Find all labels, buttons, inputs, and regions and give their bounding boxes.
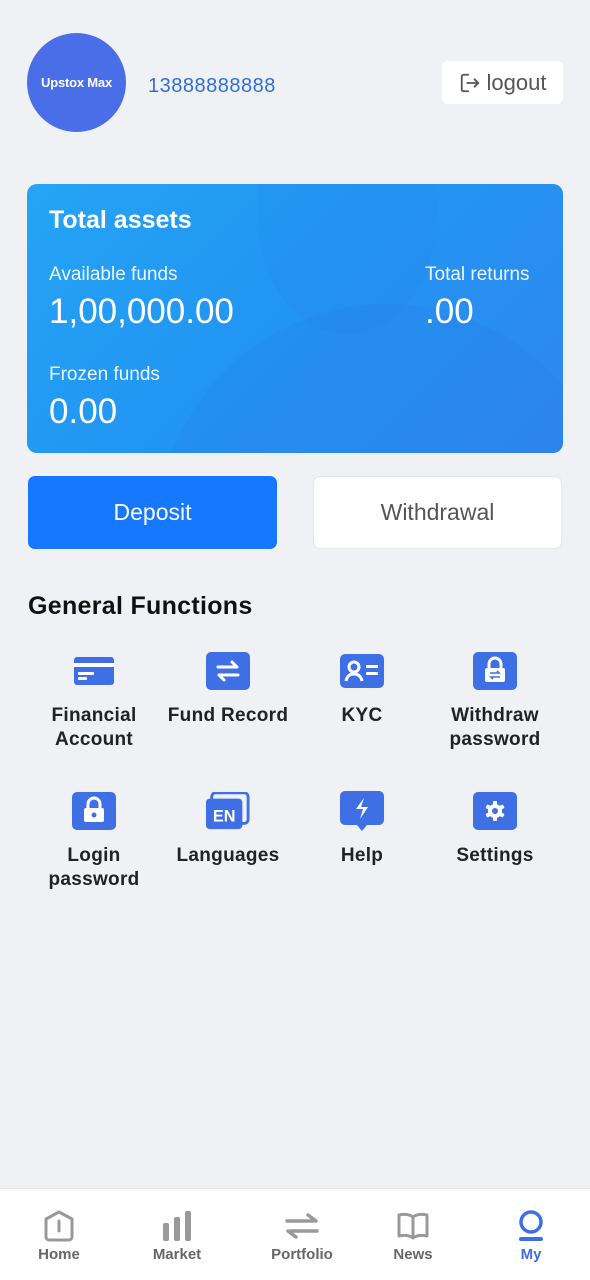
available-funds-label: Available funds [49, 264, 178, 285]
home-icon [0, 1209, 118, 1243]
lock-icon [72, 792, 116, 830]
function-label: Help [340, 845, 384, 866]
function-fund-record[interactable]: Fund Record [161, 652, 295, 728]
total-assets-card: Total assets Available funds 1,00,000.00… [27, 184, 563, 453]
function-languages[interactable]: EN Languages [161, 792, 295, 868]
frozen-funds-label: Frozen funds [49, 364, 160, 385]
tab-label: Home [38, 1246, 80, 1263]
deposit-button[interactable]: Deposit [28, 476, 277, 549]
function-financial-account[interactable]: Financial Account [27, 652, 161, 752]
tab-news[interactable]: News [354, 1189, 472, 1280]
logout-icon [460, 73, 479, 92]
tab-label: Portfolio [271, 1246, 333, 1263]
avatar-logo-text: Upstox Max [41, 75, 112, 90]
logout-button[interactable]: logout [442, 61, 563, 104]
tab-market[interactable]: Market [118, 1189, 236, 1280]
function-label: Languages [176, 845, 280, 866]
profile-header: Upstox Max 13888888888 logout [0, 0, 590, 160]
logout-label: logout [486, 69, 547, 95]
avatar[interactable]: Upstox Max [27, 33, 126, 132]
frozen-funds-value: 0.00 [49, 392, 118, 431]
gear-icon [473, 792, 517, 830]
total-returns-label: Total returns [425, 264, 530, 285]
function-label: KYC [341, 705, 383, 726]
tab-label: My [520, 1246, 542, 1263]
function-label: Financial Account [51, 705, 137, 750]
tab-my[interactable]: My [472, 1189, 590, 1280]
withdrawal-button[interactable]: Withdrawal [313, 476, 562, 549]
bar-chart-icon [118, 1209, 236, 1243]
function-login-password[interactable]: Login password [27, 792, 161, 892]
function-label: Login password [48, 845, 140, 890]
id-card-icon [340, 652, 384, 690]
assets-title: Total assets [49, 206, 192, 234]
total-returns-value: .00 [425, 292, 474, 331]
tab-portfolio[interactable]: Portfolio [243, 1189, 361, 1280]
tab-label: Market [152, 1246, 202, 1263]
card-icon [72, 652, 116, 690]
lightning-chat-icon [340, 791, 384, 831]
function-label: Fund Record [167, 705, 289, 726]
tab-home[interactable]: Home [0, 1189, 118, 1280]
transfer-icon [206, 652, 250, 690]
function-label: Settings [456, 845, 534, 866]
function-label: Withdraw password [449, 705, 541, 750]
phone-number: 13888888888 [148, 75, 276, 97]
general-functions-title: General Functions [28, 592, 253, 620]
swap-icon [243, 1209, 361, 1243]
function-kyc[interactable]: KYC [295, 652, 429, 728]
function-withdraw-password[interactable]: Withdraw password [428, 652, 562, 752]
bottom-tab-bar: Home Market Portfolio News My [0, 1188, 590, 1280]
language-en-icon: EN [206, 792, 250, 830]
lock-exchange-icon [473, 652, 517, 690]
book-icon [354, 1209, 472, 1243]
available-funds-value: 1,00,000.00 [49, 292, 234, 331]
function-help[interactable]: Help [295, 791, 429, 868]
user-icon [472, 1209, 590, 1243]
function-settings[interactable]: Settings [428, 792, 562, 868]
tab-label: News [393, 1246, 433, 1263]
svg-text:EN: EN [213, 808, 236, 826]
